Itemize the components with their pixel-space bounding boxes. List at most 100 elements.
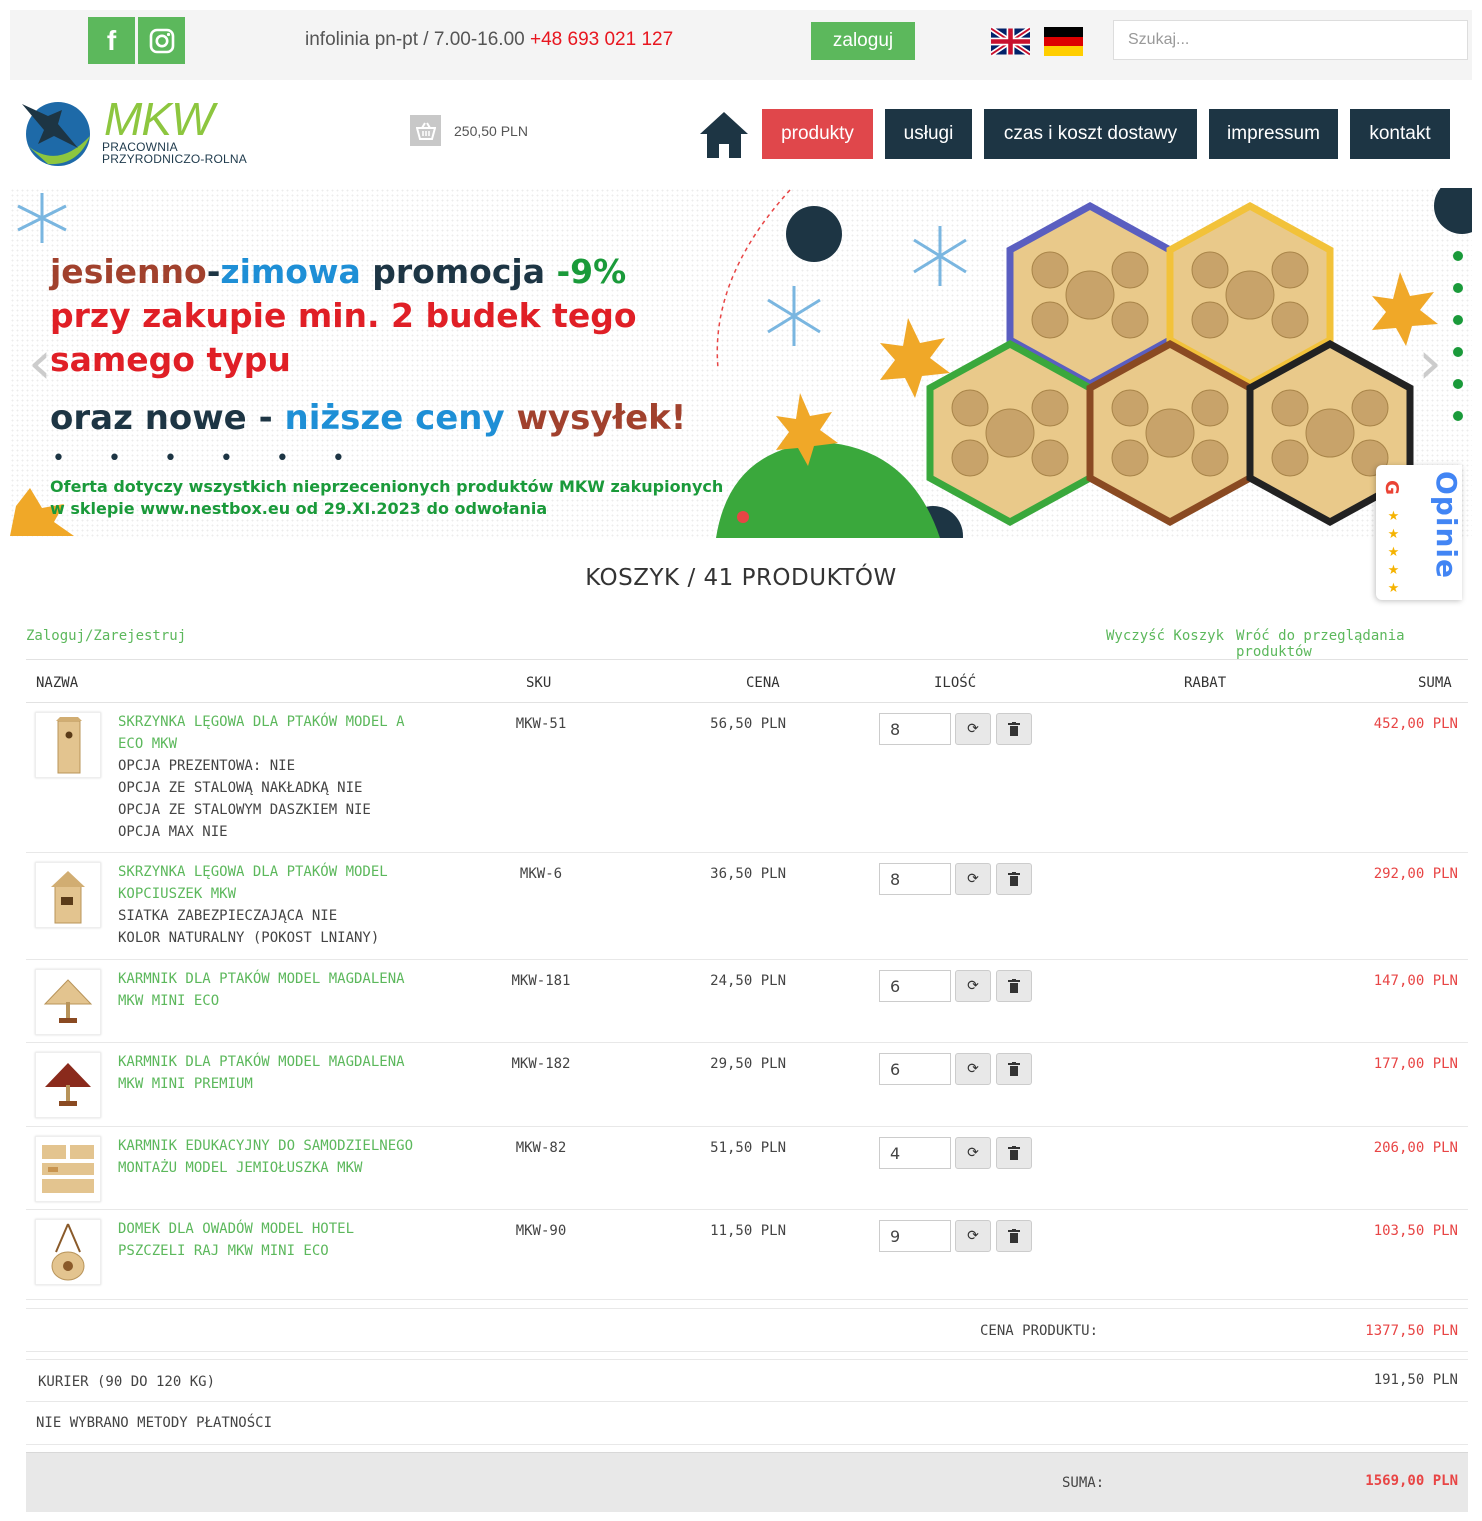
top-bar: f infolinia pn-pt / 7.00-16.00 +48 693 0… [10,10,1472,80]
product-sku: MKW-181 [511,973,571,989]
product-link[interactable]: SKRZYNKA LĘGOWA DLA PTAKÓW MODEL [118,861,458,883]
product-option: SIATKA ZABEZPIECZAJĄCA NIE [118,908,338,924]
col-qty: ILOŚĆ [934,675,977,691]
nav-products[interactable]: produkty [762,109,873,159]
nav-services[interactable]: usługi [885,109,972,159]
line-total: 147,00 PLN [1373,973,1458,989]
trash-icon[interactable] [996,713,1032,745]
product-link[interactable]: KARMNIK EDUKACYJNY DO SAMODZIELNEGO [118,1135,458,1157]
line-total: 452,00 PLN [1373,716,1458,732]
nav-delivery[interactable]: czas i koszt dostawy [984,109,1197,159]
trash-icon[interactable] [996,970,1032,1002]
slider-next-icon[interactable]: › [1418,328,1442,398]
shipping-value: 191,50 PLN [1373,1372,1458,1388]
product-price: 51,50 PLN [710,1140,786,1156]
product-thumbnail[interactable] [35,862,101,928]
page-title: KOSZYK / 41 PRODUKTÓW [585,565,897,591]
refresh-icon[interactable]: ⟳ [955,970,991,1002]
login-register-link[interactable]: Zaloguj/Zarejestruj [26,628,186,644]
product-link[interactable]: MKW MINI ECO [118,990,458,1012]
banner-text: -9% [556,252,627,291]
clear-cart-link[interactable]: Wyczyść Koszyk [1106,628,1224,644]
continue-shopping-link[interactable]: Wróć do przeglądania produktów [1236,628,1482,660]
nav-impressum[interactable]: impressum [1209,109,1338,159]
product-link[interactable]: DOMEK DLA OWADÓW MODEL HOTEL [118,1218,458,1240]
product-name: SKRZYNKA LĘGOWA DLA PTAKÓW MODEL A ECO M… [118,711,458,843]
quantity-input[interactable] [879,1053,951,1085]
product-link[interactable]: KARMNIK DLA PTAKÓW MODEL MAGDALENA [118,968,458,990]
nav-contact[interactable]: kontakt [1350,109,1450,159]
subtotal-label: CENA PRODUKTU: [980,1323,1099,1339]
shipping-label: KURIER (90 DO 120 KG) [38,1374,216,1390]
cart-table: NAZWA SKU CENA ILOŚĆ RABAT SUMA SKRZYNKA… [26,659,1468,1512]
product-sku: MKW-182 [511,1056,571,1072]
home-icon[interactable] [698,110,750,160]
product-sku: MKW-6 [519,866,563,882]
facebook-icon[interactable]: f [88,17,135,64]
product-price: 11,50 PLN [710,1223,786,1239]
phone-number[interactable]: +48 693 021 127 [530,29,673,50]
quantity-input[interactable] [879,1220,951,1252]
cart-total[interactable]: 250,50 PLN [454,123,528,139]
refresh-icon[interactable]: ⟳ [955,863,991,895]
table-row: SKRZYNKA LĘGOWA DLA PTAKÓW MODEL A ECO M… [26,703,1468,853]
logo[interactable]: MKW PRACOWNIA PRZYRODNICZO-ROLNA [18,93,278,170]
promo-banner[interactable]: jesienno-zimowa promocja -9% przy zakupi… [10,188,1472,538]
product-name: KARMNIK EDUKACYJNY DO SAMODZIELNEGO MONT… [118,1135,458,1179]
grand-total-label: SUMA: [1062,1475,1105,1491]
payment-row: NIE WYBRANO METODY PŁATNOŚCI [26,1402,1468,1445]
trash-icon[interactable] [996,863,1032,895]
infoline: infolinia pn-pt / 7.00-16.00 +48 693 021… [305,29,673,51]
refresh-icon[interactable]: ⟳ [955,1220,991,1252]
insect-hotel-illustration [926,202,1414,526]
refresh-icon[interactable]: ⟳ [955,713,991,745]
product-link[interactable]: ECO MKW [118,733,458,755]
banner-text: oraz nowe - [50,398,285,438]
table-spacer [26,1445,1468,1452]
basket-icon[interactable] [410,115,441,146]
product-link[interactable]: SKRZYNKA LĘGOWA DLA PTAKÓW MODEL A [118,711,458,733]
uk-flag-icon[interactable] [991,27,1030,56]
product-option: OPCJA ZE STALOWĄ NAKŁADKĄ NIE [118,780,363,796]
trash-icon[interactable] [996,1137,1032,1169]
product-thumbnail[interactable] [35,1136,101,1202]
product-thumbnail[interactable] [35,969,101,1035]
logo-subtitle: PRACOWNIA PRZYRODNICZO-ROLNA [102,141,247,165]
banner-text: - [206,252,221,291]
product-link[interactable]: KOPCIUSZEK MKW [118,883,458,905]
quantity-input[interactable] [879,970,951,1002]
payment-label: NIE WYBRANO METODY PŁATNOŚCI [36,1415,273,1431]
instagram-icon[interactable] [138,17,185,64]
col-name: NAZWA [36,675,79,691]
product-sku: MKW-90 [515,1223,567,1239]
de-flag-icon[interactable] [1044,27,1083,56]
slider-prev-icon[interactable]: ‹ [28,328,52,398]
trash-icon[interactable] [996,1220,1032,1252]
refresh-icon[interactable]: ⟳ [955,1137,991,1169]
product-price: 29,50 PLN [710,1056,786,1072]
product-link[interactable]: MKW MINI PREMIUM [118,1073,458,1095]
quantity-input[interactable] [879,1137,951,1169]
product-option: OPCJA ZE STALOWYM DASZKIEM NIE [118,802,371,818]
banner-text: jesienno [50,252,207,291]
trash-icon[interactable] [996,1053,1032,1085]
banner-text: niższe ceny [284,398,505,438]
col-price: CENA [746,675,780,691]
product-thumbnail[interactable] [35,712,101,778]
infoline-text: infolinia pn-pt / 7.00-16.00 [305,29,530,50]
search-input[interactable] [1113,20,1468,60]
quantity-input[interactable] [879,713,951,745]
refresh-icon[interactable]: ⟳ [955,1053,991,1085]
subtotal-value: 1377,50 PLN [1365,1323,1458,1339]
login-button[interactable]: zaloguj [811,22,915,60]
product-thumbnail[interactable] [35,1052,101,1118]
product-thumbnail[interactable] [35,1219,101,1285]
line-total: 206,00 PLN [1373,1140,1458,1156]
banner-note: Oferta dotyczy wszystkich nieprzeceniony… [50,476,723,520]
quantity-input[interactable] [879,863,951,895]
product-link[interactable]: PSZCZELI RAJ MKW MINI ECO [118,1240,458,1262]
banner-text: promocja [360,252,557,291]
table-header: NAZWA SKU CENA ILOŚĆ RABAT SUMA [26,660,1468,703]
product-link[interactable]: KARMNIK DLA PTAKÓW MODEL MAGDALENA [118,1051,458,1073]
product-link[interactable]: MONTAŻU MODEL JEMIOŁUSZKA MKW [118,1157,458,1179]
